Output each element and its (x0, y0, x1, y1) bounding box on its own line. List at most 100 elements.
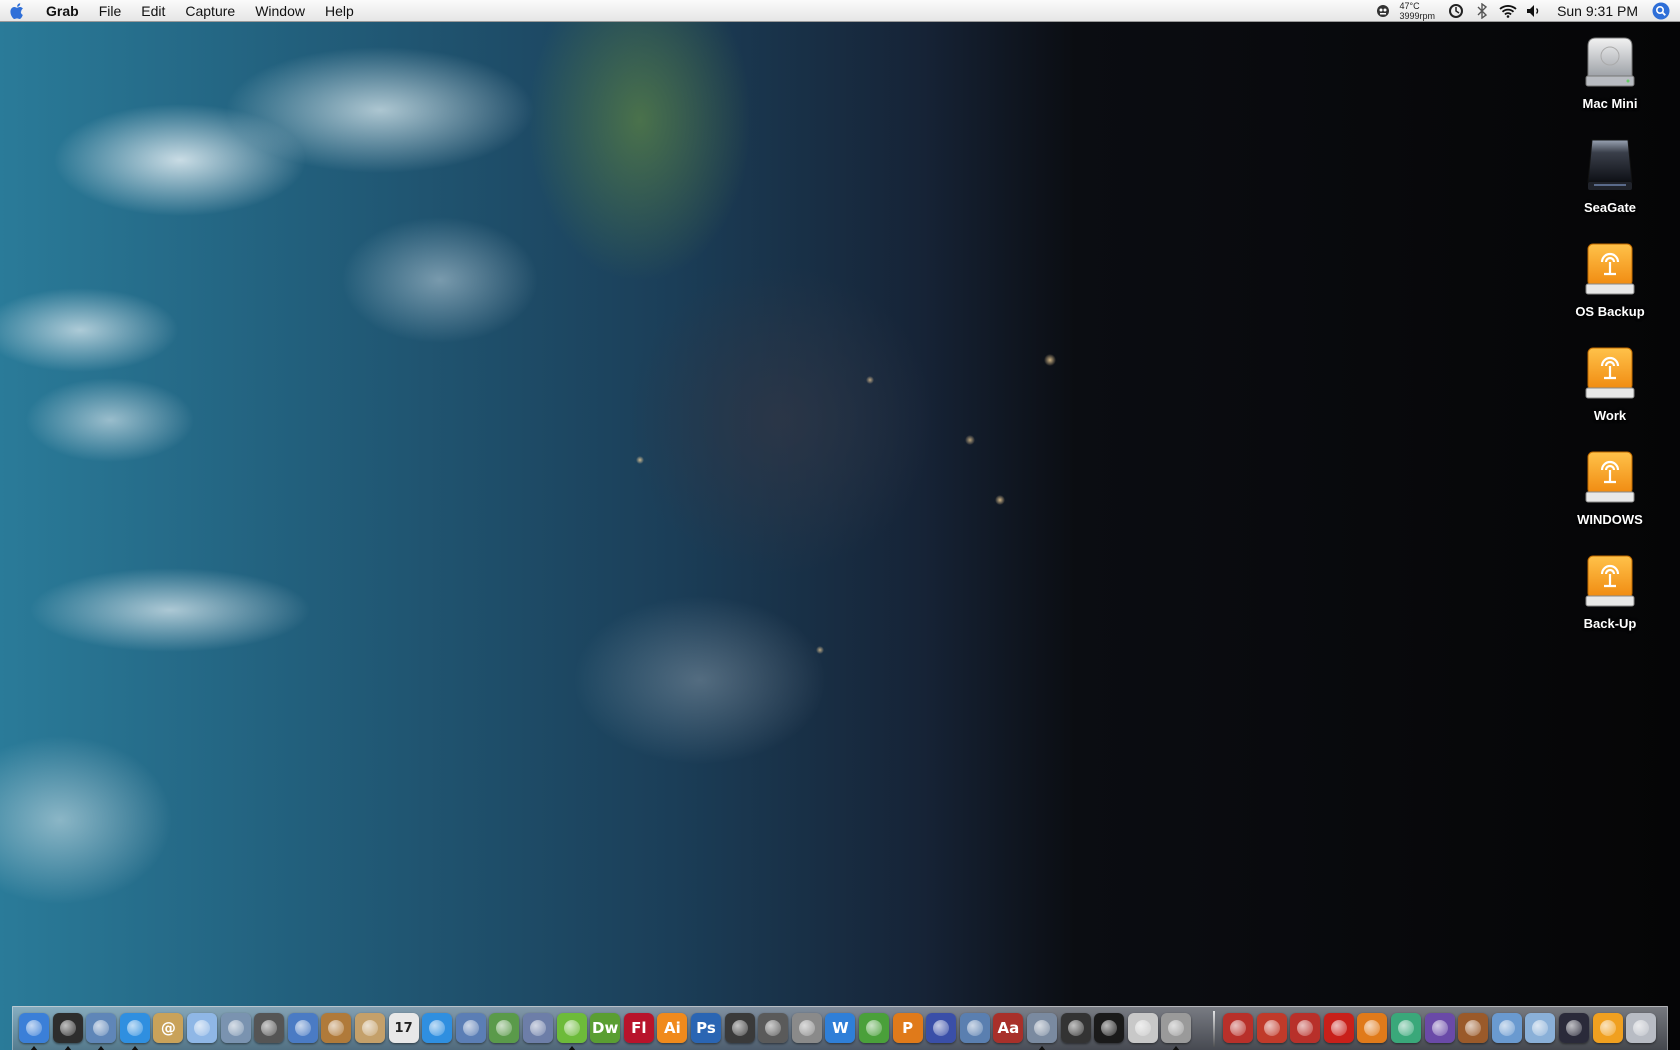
menu-edit[interactable]: Edit (131, 0, 175, 22)
dock-icon-glyph (126, 1020, 143, 1036)
drive-seagate[interactable]: SeaGate (1540, 134, 1680, 234)
w-app-icon[interactable]: W (825, 1013, 856, 1043)
dock-icon-glyph (362, 1020, 378, 1036)
menu-window[interactable]: Window (245, 0, 315, 22)
dock-icon-glyph (1297, 1020, 1314, 1036)
demon-mask-icon[interactable] (1323, 1013, 1354, 1043)
wizard-icon[interactable] (926, 1013, 957, 1043)
menu-bar: Grab File Edit Capture Window Help 47°C … (0, 0, 1680, 22)
drive-os-backup[interactable]: OS Backup (1540, 238, 1680, 338)
quicktime-icon[interactable] (422, 1013, 453, 1043)
final-cut-icon[interactable] (724, 1013, 755, 1043)
external-drive-icon (1587, 139, 1633, 190)
p-app-icon[interactable]: P (892, 1013, 923, 1043)
dock-icon-text: @ (160, 1019, 176, 1037)
monitor-icon[interactable] (1370, 0, 1396, 22)
running-indicator (97, 1046, 106, 1050)
apple-tv-icon[interactable] (1127, 1013, 1158, 1043)
iphoto-icon[interactable] (220, 1013, 251, 1043)
dock-icon-glyph (1263, 1020, 1280, 1036)
finder-icon[interactable] (19, 1013, 49, 1043)
red-document-icon[interactable] (1256, 1013, 1287, 1043)
dock-icon-glyph (227, 1020, 244, 1036)
photo-app-icon[interactable] (1027, 1013, 1057, 1043)
pen-app-icon[interactable] (523, 1013, 553, 1043)
dreamweaver-icon[interactable]: Dw (590, 1013, 621, 1043)
vine-app-icon[interactable] (859, 1013, 889, 1043)
system-profiler-icon[interactable] (959, 1013, 990, 1043)
dock-icon-glyph (294, 1020, 311, 1036)
menu-clock[interactable]: Sun 9:31 PM (1547, 3, 1648, 19)
clapboard-icon[interactable] (758, 1013, 789, 1043)
adium-icon[interactable] (556, 1013, 587, 1043)
dock-icon-glyph (563, 1020, 580, 1036)
menu-file[interactable]: File (89, 0, 132, 22)
dock-icon-glyph (530, 1020, 546, 1036)
dock-icon-text: Fl (631, 1019, 647, 1037)
utility-icon[interactable] (1161, 1013, 1192, 1043)
mail-stamp-icon[interactable] (86, 1013, 117, 1043)
green-face-icon[interactable] (1391, 1013, 1421, 1043)
applications-folder-icon[interactable] (1491, 1013, 1522, 1043)
orange-mask-icon[interactable] (1357, 1013, 1388, 1043)
safari-icon[interactable] (119, 1013, 150, 1043)
numbers-icon[interactable] (489, 1013, 520, 1043)
running-indicator (567, 1046, 576, 1050)
keynote-icon[interactable] (455, 1013, 486, 1043)
dock-icon-glyph (966, 1020, 983, 1036)
drive-mac-mini[interactable]: Mac Mini (1540, 30, 1680, 130)
illustrator-icon[interactable]: Ai (657, 1013, 688, 1043)
dock-icon-text: Dw (592, 1019, 619, 1037)
garageband-icon[interactable] (321, 1013, 352, 1043)
preview-icon[interactable] (355, 1013, 385, 1043)
dock-icon-glyph (1532, 1020, 1549, 1036)
dock-icon-glyph (1034, 1020, 1050, 1036)
red-document-icon[interactable] (1223, 1013, 1253, 1043)
dock: @17 Dw Fl Ai Ps W P Aa (12, 1006, 1668, 1050)
desktop-wallpaper (0, 0, 1680, 1050)
dock-icon-glyph (1431, 1020, 1448, 1036)
apple-menu[interactable] (0, 0, 36, 22)
purple-face-icon[interactable] (1424, 1013, 1455, 1043)
dictionary-icon[interactable]: Aa (993, 1013, 1024, 1043)
drive-label: WINDOWS (1577, 512, 1643, 527)
red-document-icon[interactable] (1290, 1013, 1321, 1043)
console-icon[interactable] (1060, 1013, 1091, 1043)
bluetooth-icon[interactable] (1469, 0, 1495, 22)
time-machine-icon[interactable] (1443, 0, 1469, 22)
drive-back-up[interactable]: Back-Up (1540, 550, 1680, 650)
brown-document-icon[interactable] (1458, 1013, 1489, 1043)
drive-stack-icon[interactable] (1559, 1013, 1589, 1043)
menu-app-grab[interactable]: Grab (36, 0, 89, 22)
dock-icon-glyph (1633, 1020, 1650, 1036)
volume-icon[interactable] (1521, 0, 1547, 22)
imovie-star-icon[interactable] (254, 1013, 285, 1043)
automator-icon[interactable] (791, 1013, 822, 1043)
idvd-icon[interactable] (287, 1013, 318, 1043)
itunes-icon[interactable] (187, 1013, 217, 1043)
documents-folder-icon[interactable] (1525, 1013, 1556, 1043)
dock-icon-glyph (1465, 1020, 1482, 1036)
address-book-icon[interactable]: @ (153, 1013, 184, 1043)
dock-icon-glyph (93, 1020, 110, 1036)
firewire-drive-icon (1585, 555, 1635, 607)
dashboard-icon[interactable] (52, 1013, 83, 1043)
dock-icon-glyph (1364, 1020, 1381, 1036)
menu-capture[interactable]: Capture (175, 0, 245, 22)
drive-work[interactable]: Work (1540, 342, 1680, 442)
dock-icon-text: Ps (696, 1019, 716, 1037)
internal-hard-drive-icon (1585, 37, 1635, 87)
flash-icon[interactable]: Fl (623, 1013, 654, 1043)
drive-windows[interactable]: WINDOWS (1540, 446, 1680, 546)
photoshop-icon[interactable]: Ps (691, 1013, 721, 1043)
ical-icon[interactable]: 17 (388, 1013, 419, 1043)
terminal-icon[interactable] (1094, 1013, 1125, 1043)
wifi-icon[interactable] (1495, 0, 1521, 22)
firewire-stack-icon[interactable] (1592, 1013, 1623, 1043)
menu-help[interactable]: Help (315, 0, 364, 22)
temperature-readout[interactable]: 47°C 3999rpm (1396, 1, 1444, 21)
trash-icon[interactable] (1626, 1013, 1657, 1043)
dock-icon-glyph (1134, 1020, 1151, 1036)
spotlight-button[interactable] (1648, 0, 1674, 22)
dock-icon-glyph (328, 1020, 345, 1036)
